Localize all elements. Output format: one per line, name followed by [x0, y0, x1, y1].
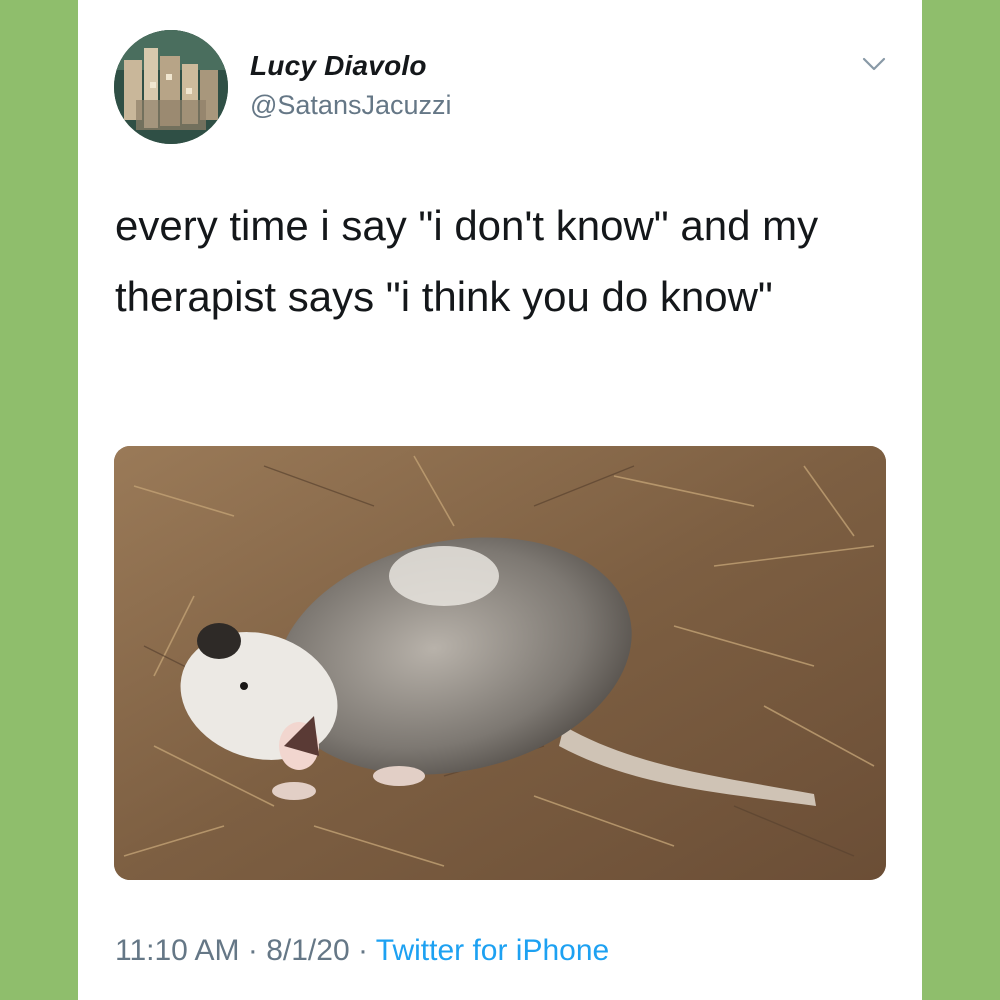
tweet-card: Lucy Diavolo @SatansJacuzzi every time i… — [78, 0, 922, 1000]
tweet-meta: 11:10 AM · 8/1/20 · Twitter for iPhone — [115, 934, 609, 968]
avatar[interactable] — [114, 30, 228, 144]
tweet-date[interactable]: 8/1/20 — [266, 934, 349, 967]
separator: · — [247, 934, 258, 967]
tweet-source-link[interactable]: Twitter for iPhone — [376, 934, 609, 967]
tweet-media[interactable] — [114, 446, 886, 880]
author-name[interactable]: Lucy Diavolo — [250, 50, 427, 82]
tweet-text: every time i say "i don't know" and my t… — [115, 202, 819, 320]
author-handle[interactable]: @SatansJacuzzi — [250, 90, 452, 121]
chevron-down-icon[interactable] — [862, 54, 886, 74]
avatar-image — [114, 30, 228, 144]
tweet-time[interactable]: 11:10 AM — [115, 934, 240, 967]
separator: · — [357, 934, 368, 967]
opossum-photo — [114, 446, 886, 880]
